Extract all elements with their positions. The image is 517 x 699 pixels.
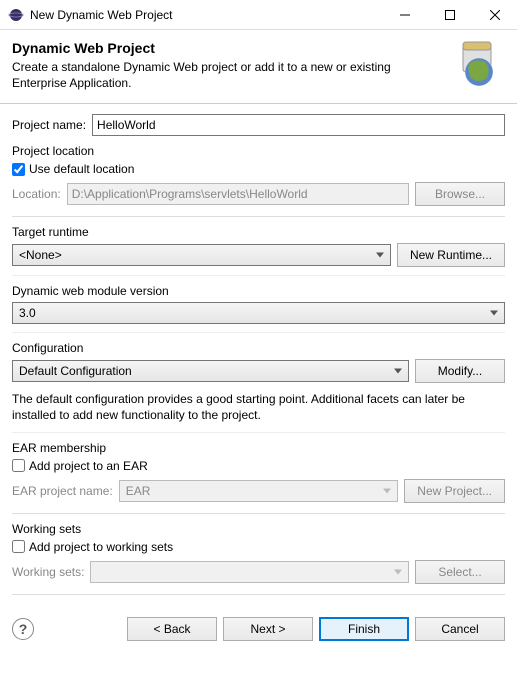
configuration-select[interactable]: Default Configuration: [12, 360, 409, 382]
configuration-value: Default Configuration: [19, 364, 132, 378]
button-bar: ? < Back Next > Finish Cancel: [0, 607, 517, 655]
working-sets-select: [90, 561, 409, 583]
back-button[interactable]: < Back: [127, 617, 217, 641]
configuration-group: Configuration: [12, 341, 505, 355]
module-version-select[interactable]: 3.0: [12, 302, 505, 324]
project-name-input[interactable]: [92, 114, 505, 136]
target-runtime-group: Target runtime: [12, 225, 505, 239]
separator: [12, 594, 505, 595]
new-project-button: New Project...: [404, 479, 505, 503]
titlebar: New Dynamic Web Project: [0, 0, 517, 30]
ear-name-label: EAR project name:: [12, 484, 113, 498]
ear-name-value: EAR: [126, 484, 151, 498]
finish-button[interactable]: Finish: [319, 617, 409, 641]
separator: [12, 216, 505, 217]
module-version-group: Dynamic web module version: [12, 284, 505, 298]
window-controls: [382, 0, 517, 30]
separator: [12, 513, 505, 514]
separator: [12, 432, 505, 433]
working-sets-group: Working sets: [12, 522, 505, 536]
banner-description: Create a standalone Dynamic Web project …: [12, 60, 402, 91]
separator: [12, 332, 505, 333]
add-to-working-sets-checkbox[interactable]: [12, 540, 25, 553]
configuration-description: The default configuration provides a goo…: [12, 391, 505, 423]
module-version-value: 3.0: [19, 306, 36, 320]
ear-name-select: EAR: [119, 480, 399, 502]
use-default-location-checkbox[interactable]: [12, 163, 25, 176]
target-runtime-select[interactable]: <None>: [12, 244, 391, 266]
use-default-location-label: Use default location: [29, 162, 134, 176]
location-input: [67, 183, 409, 205]
eclipse-icon: [8, 7, 24, 23]
separator: [12, 275, 505, 276]
project-location-group: Project location: [12, 144, 505, 158]
working-sets-label: Working sets:: [12, 565, 84, 579]
maximize-button[interactable]: [427, 0, 472, 30]
content-area: Project name: Project location Use defau…: [0, 104, 517, 606]
help-icon[interactable]: ?: [12, 618, 34, 640]
modify-button[interactable]: Modify...: [415, 359, 505, 383]
browse-button: Browse...: [415, 182, 505, 206]
close-button[interactable]: [472, 0, 517, 30]
new-runtime-button[interactable]: New Runtime...: [397, 243, 505, 267]
cancel-button[interactable]: Cancel: [415, 617, 505, 641]
target-runtime-value: <None>: [19, 248, 62, 262]
next-button[interactable]: Next >: [223, 617, 313, 641]
ear-membership-group: EAR membership: [12, 441, 505, 455]
project-name-label: Project name:: [12, 118, 86, 132]
add-to-ear-checkbox[interactable]: [12, 459, 25, 472]
add-to-working-sets-label: Add project to working sets: [29, 540, 173, 554]
window-title: New Dynamic Web Project: [30, 8, 382, 22]
location-label: Location:: [12, 187, 61, 201]
add-to-ear-label: Add project to an EAR: [29, 459, 148, 473]
banner-title: Dynamic Web Project: [12, 40, 445, 56]
select-working-sets-button: Select...: [415, 560, 505, 584]
minimize-button[interactable]: [382, 0, 427, 30]
wizard-globe-icon: [445, 40, 505, 90]
banner: Dynamic Web Project Create a standalone …: [0, 30, 517, 104]
